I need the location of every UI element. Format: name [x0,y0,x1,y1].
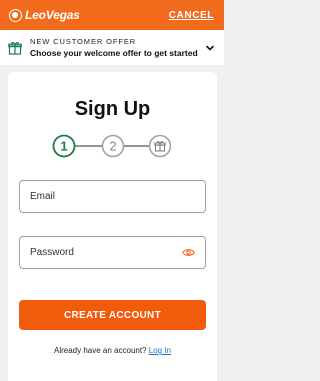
lion-logo-icon [9,8,22,22]
login-prompt-line: Already have an account? Log In [8,346,217,355]
chevron-down-icon[interactable] [205,43,215,53]
brand-name: LeoVegas [25,8,80,22]
step-1: 1 [52,134,76,158]
password-field[interactable] [19,236,206,269]
new-customer-offer-banner[interactable]: NEW CUSTOMER OFFER Choose your welcome o… [0,30,224,65]
create-account-button[interactable]: CREATE ACCOUNT [19,300,206,330]
email-field[interactable] [19,180,206,213]
signup-card: Sign Up 1 2 CREATE [8,72,217,381]
brand-logo[interactable]: LeoVegas [9,8,80,22]
top-bar: LeoVegas CANCEL [0,0,224,30]
login-prompt: Already have an account? [54,346,147,355]
step-2-label: 2 [109,139,116,154]
password-input[interactable] [30,247,182,258]
eye-icon[interactable] [182,248,195,257]
gift-icon [8,41,22,55]
page-title: Sign Up [74,98,151,120]
step-3 [148,134,172,158]
email-input[interactable] [30,191,195,202]
cancel-link[interactable]: CANCEL [169,10,214,21]
step-indicator: 1 2 [52,134,172,158]
login-link[interactable]: Log In [149,346,171,355]
step-1-label: 1 [60,139,67,154]
offer-title: NEW CUSTOMER OFFER [30,37,137,46]
offer-subtitle: Choose your welcome offer to get started [30,47,198,58]
offer-text: NEW CUSTOMER OFFER Choose your welcome o… [30,38,205,57]
step-2: 2 [101,134,125,158]
